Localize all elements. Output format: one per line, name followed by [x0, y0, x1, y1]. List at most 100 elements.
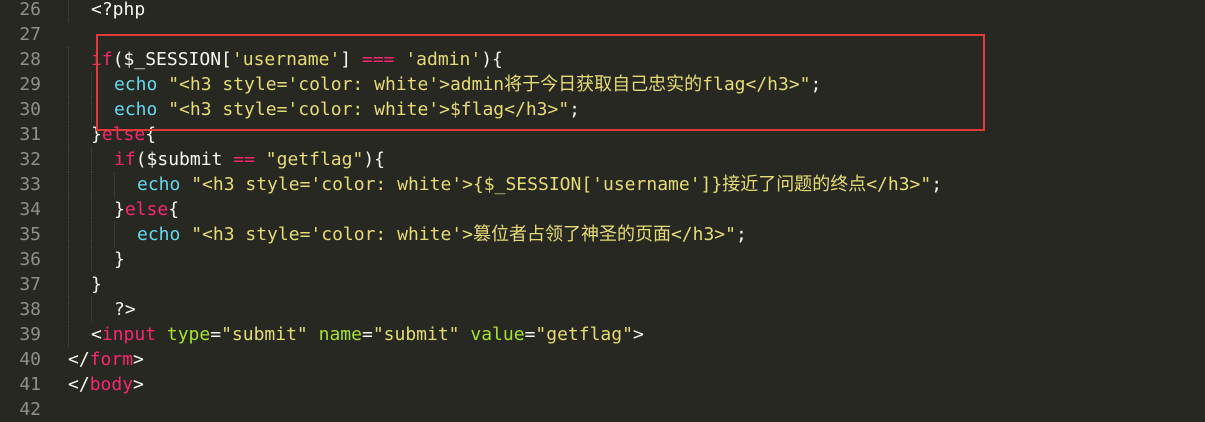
indent-guide: [91, 147, 92, 172]
code-token: <?php: [91, 0, 146, 20]
highlight-annotation-box: [96, 34, 985, 131]
line-number: 40: [19, 349, 41, 370]
code-token: "<h3 style='color: white'>篡位者占领了神圣的页面</h…: [191, 224, 736, 245]
code-line[interactable]: 40 </form>: [0, 347, 1205, 372]
code-token: form: [89, 349, 134, 370]
code-token: type: [166, 324, 211, 345]
code-token: "<h3 style='color: white'>{$_SESSION['us…: [191, 174, 932, 195]
code-token: "getflag": [265, 149, 364, 170]
line-number: 42: [19, 399, 41, 420]
code-token: ($submit: [135, 149, 234, 170]
indent-guide: [68, 147, 69, 172]
code-token: </: [68, 374, 90, 395]
indent-guide: [68, 297, 69, 322]
code-line[interactable]: 35 echo "<h3 style='color: white'>篡位者占领了神…: [0, 222, 1205, 247]
indent-guide: [91, 247, 92, 272]
indent-guide: [114, 222, 115, 247]
code-token: >: [632, 324, 644, 345]
indent-guide: [68, 322, 69, 347]
line-number: 38: [19, 299, 41, 320]
code-token: name: [318, 324, 362, 345]
line-number: 41: [19, 374, 41, 395]
indent-guide: [114, 172, 115, 197]
indent-guide: [68, 247, 69, 272]
indent-guide: [91, 222, 92, 247]
code-token: }: [91, 274, 102, 295]
code-token: =: [524, 324, 536, 345]
code-line[interactable]: 26 <?php: [0, 0, 1205, 22]
code-line[interactable]: 41 </body>: [0, 372, 1205, 397]
code-text[interactable]: }: [91, 272, 102, 297]
code-token: {: [168, 199, 180, 220]
indent-guide: [68, 0, 69, 22]
code-text[interactable]: <?php: [91, 0, 145, 22]
line-number: 27: [19, 24, 41, 45]
code-text[interactable]: }else{: [114, 197, 179, 222]
line-number: 37: [19, 274, 41, 295]
indent-guide: [91, 172, 92, 197]
indent-guide: [91, 97, 92, 122]
code-token: "submit": [372, 324, 460, 345]
code-token: else: [124, 199, 169, 220]
code-line[interactable]: 33 echo "<h3 style='color: white'>{$_SESS…: [0, 172, 1205, 197]
code-line[interactable]: 32 if($submit == "getflag"){: [0, 147, 1205, 172]
indent-guide: [68, 197, 69, 222]
code-token: if: [114, 149, 136, 170]
code-token: "getflag": [535, 324, 633, 345]
indent-guide: [91, 72, 92, 97]
code-token: ;: [735, 224, 747, 245]
code-text[interactable]: echo "<h3 style='color: white'>{$_SESSIO…: [137, 172, 942, 197]
indent-guide: [68, 97, 69, 122]
indent-guide: [91, 297, 92, 322]
code-line[interactable]: 39 <input type="submit" name="submit" val…: [0, 322, 1205, 347]
code-line[interactable]: 37}: [0, 272, 1205, 297]
code-text[interactable]: if($submit == "getflag"){: [114, 147, 385, 172]
code-token: =: [361, 324, 373, 345]
line-number: 35: [19, 224, 41, 245]
indent-guide: [68, 172, 69, 197]
line-number: 30: [19, 99, 41, 120]
code-token: </: [68, 349, 90, 370]
code-token: echo: [137, 224, 181, 245]
indent-guide: [68, 122, 69, 147]
line-number: 29: [19, 74, 41, 95]
code-token: }: [114, 199, 125, 220]
code-editor[interactable]: 26 <?php 27 28 if($_SESSION['username'] === …: [0, 0, 1205, 420]
code-line[interactable]: 34}else{: [0, 197, 1205, 222]
code-token: }: [114, 249, 125, 270]
indent-guide: [91, 197, 92, 222]
code-line[interactable]: 42: [0, 397, 1205, 422]
code-text[interactable]: }: [114, 247, 125, 272]
line-number: 28: [19, 49, 41, 70]
indent-guide: [68, 47, 69, 72]
line-number: 31: [19, 124, 41, 145]
code-text[interactable]: ?>: [114, 297, 136, 322]
code-token: "submit": [221, 324, 308, 345]
code-token: input: [101, 324, 157, 345]
code-line[interactable]: 36}: [0, 247, 1205, 272]
code-token: ==: [233, 149, 255, 170]
line-number: 36: [19, 249, 41, 270]
code-text[interactable]: echo "<h3 style='color: white'>篡位者占领了神圣的…: [137, 222, 747, 247]
code-token: echo: [137, 174, 181, 195]
line-number: 34: [19, 199, 41, 220]
code-text[interactable]: <input type="submit" name="submit" value…: [91, 322, 644, 347]
code-token: ){: [363, 149, 385, 170]
code-token: >: [133, 349, 144, 370]
code-token: value: [470, 324, 525, 345]
code-token: ;: [931, 174, 943, 195]
code-text[interactable]: </form>: [68, 347, 144, 372]
line-number: 39: [19, 324, 41, 345]
code-line[interactable]: 38 ?>: [0, 297, 1205, 322]
code-token: <: [91, 324, 102, 345]
indent-guide: [68, 272, 69, 297]
code-text[interactable]: </body>: [68, 372, 144, 397]
line-number: 26: [19, 0, 41, 20]
code-token: body: [89, 374, 134, 395]
